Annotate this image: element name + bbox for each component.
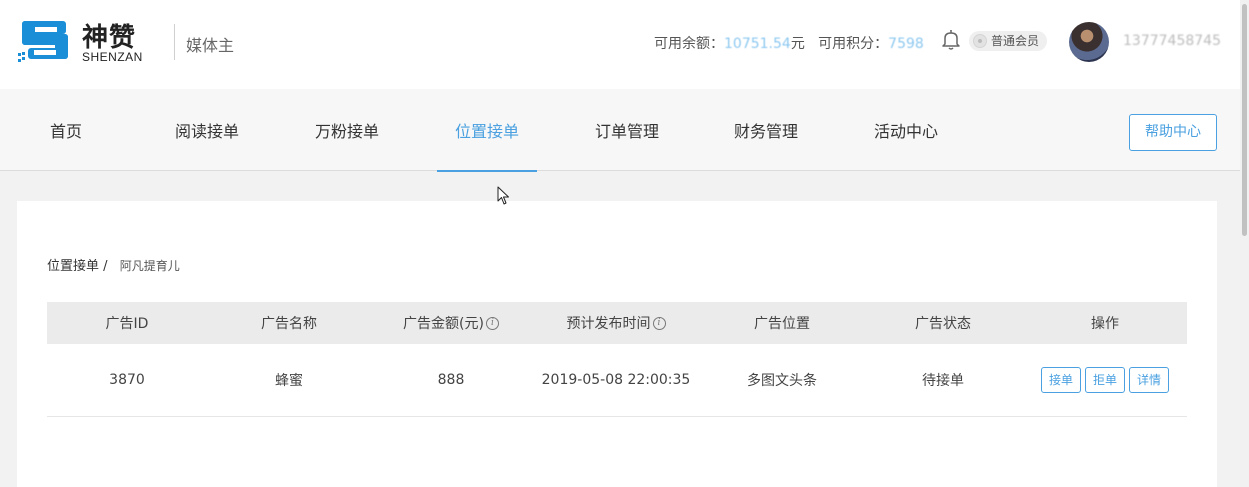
info-icon[interactable]: i <box>652 316 666 330</box>
nav-item-read-orders[interactable]: 阅读接单 <box>162 89 252 171</box>
account-balance: 可用余额：10751.54元 可用积分：7598 <box>654 33 924 53</box>
nav-item-order-management[interactable]: 订单管理 <box>582 89 672 171</box>
column-header-ad-amount: 广告金额(元) i <box>371 302 531 344</box>
member-level: 普通会员 <box>991 34 1040 48</box>
member-level-icon <box>973 34 987 48</box>
balance-value: 10751.54 <box>724 36 791 52</box>
column-header-ad-id: 广告ID <box>105 316 149 332</box>
cell-ad-position: 多图文头条 <box>747 373 817 389</box>
cell-actions: 接单 拒单 详情 <box>1023 344 1187 416</box>
content-card: 位置接单 / 阿凡提育儿 广告ID 广告名称 广告金额(元) i 预计发布时间 i … <box>17 201 1217 487</box>
table-header: 广告ID 广告名称 广告金额(元) i 预计发布时间 i 广告位置 广告状态 操作 <box>47 302 1187 344</box>
main-nav: 首页 阅读接单 万粉接单 位置接单 订单管理 财务管理 活动中心 帮助中心 <box>0 89 1240 172</box>
nav-item-activity-center[interactable]: 活动中心 <box>861 89 951 171</box>
user-phone[interactable]: 13777458745 <box>1123 33 1221 49</box>
cell-ad-id: 3870 <box>109 372 145 388</box>
cell-publish-time: 2019-05-08 22:00:35 <box>541 372 691 388</box>
breadcrumb-separator: / <box>103 259 108 274</box>
balance-unit: 元 <box>790 36 805 52</box>
brand-name-cn: 神赞 <box>82 23 137 53</box>
cell-ad-amount: 888 <box>437 372 465 388</box>
column-header-ad-status: 广告状态 <box>915 316 971 332</box>
role-label: 媒体主 <box>186 36 235 55</box>
column-header-ad-position: 广告位置 <box>754 316 810 332</box>
help-center-button[interactable]: 帮助中心 <box>1129 114 1217 151</box>
balance-label: 可用余额： <box>654 36 724 52</box>
brand-logo[interactable]: 神赞 SHENZAN <box>16 17 166 67</box>
table-row: 3870 蜂蜜 888 2019-05-08 22:00:35 多图文头条 待接… <box>47 344 1187 417</box>
bell-icon[interactable] <box>941 29 961 51</box>
logo-mark-icon <box>18 21 68 62</box>
page-scrollbar[interactable] <box>1240 0 1249 487</box>
mouse-cursor-icon <box>497 186 509 205</box>
points-label: 可用积分： <box>818 36 889 52</box>
scrollbar-thumb[interactable] <box>1242 4 1247 236</box>
cell-ad-name: 蜂蜜 <box>275 373 303 389</box>
breadcrumb-parent[interactable]: 位置接单 <box>47 259 99 274</box>
details-button[interactable]: 详情 <box>1129 367 1170 393</box>
column-header-ad-name: 广告名称 <box>261 316 317 332</box>
breadcrumb: 位置接单 / 阿凡提育儿 <box>47 255 180 274</box>
role-divider <box>174 24 175 60</box>
top-header: 神赞 SHENZAN 媒体主 可用余额：10751.54元 可用积分：7598 … <box>0 0 1240 89</box>
accept-order-button[interactable]: 接单 <box>1040 367 1081 393</box>
nav-item-finance-management[interactable]: 财务管理 <box>721 89 811 171</box>
breadcrumb-current: 阿凡提育儿 <box>119 259 180 273</box>
brand-name-en: SHENZAN <box>82 50 143 64</box>
column-header-publish-time: 预计发布时间 i <box>531 302 701 344</box>
nav-item-position-orders[interactable]: 位置接单 <box>437 89 537 172</box>
reject-order-button[interactable]: 拒单 <box>1084 367 1125 393</box>
nav-item-home[interactable]: 首页 <box>33 89 99 171</box>
avatar[interactable] <box>1069 22 1109 62</box>
info-icon[interactable]: i <box>485 316 499 330</box>
points-value: 7598 <box>888 36 924 52</box>
nav-item-fans-orders[interactable]: 万粉接单 <box>302 89 392 171</box>
member-badge: 普通会员 <box>969 31 1047 51</box>
column-header-actions: 操作 <box>1091 316 1119 332</box>
cell-ad-status: 待接单 <box>922 373 964 389</box>
